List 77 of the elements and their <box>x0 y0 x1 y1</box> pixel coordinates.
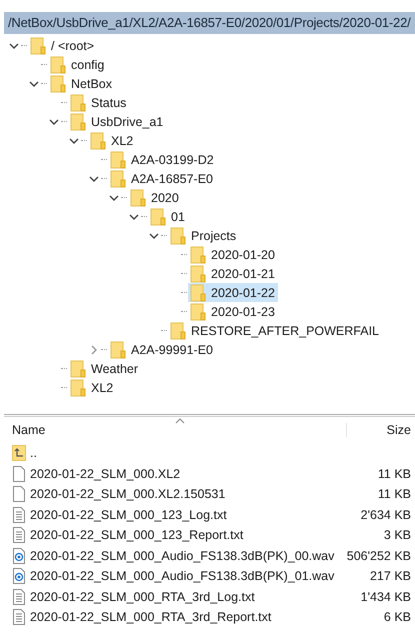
folder-tree-item[interactable]: 2020 <box>128 188 182 207</box>
folder-tree-item[interactable]: Status <box>68 93 130 112</box>
folder-tree-item[interactable]: 2020-01-20 <box>188 245 278 264</box>
folder-icon <box>110 170 126 188</box>
text-file-icon <box>12 588 26 605</box>
folder-tree-item[interactable]: A2A-99991-E0 <box>108 340 216 359</box>
file-size: 2'634 KB <box>360 508 412 522</box>
folder-tree-item[interactable]: RESTORE_AFTER_POWERFAIL <box>168 321 382 340</box>
folder-tree-item[interactable]: Projects <box>168 226 240 245</box>
file-size: 11 KB <box>378 466 412 481</box>
folder-icon <box>130 188 146 206</box>
folder-icon <box>70 94 86 112</box>
name-column-header[interactable]: Name <box>4 423 342 437</box>
folder-icon <box>70 360 86 378</box>
folder-tree-item[interactable]: config <box>48 55 108 74</box>
text-file-icon <box>12 527 26 544</box>
chevron-down-icon[interactable] <box>89 174 99 184</box>
chevron-down-icon[interactable] <box>29 78 39 88</box>
file-size: 506'252 KB <box>346 548 412 563</box>
chevron-down-icon[interactable] <box>69 136 79 146</box>
blank-file-icon <box>12 466 26 482</box>
file-item[interactable]: 2020-01-22_SLM_000_RTA_3rd_Report.txt <box>4 609 337 626</box>
folder-icon <box>70 112 86 130</box>
path-bar: /NetBox/UsbDrive_a1/XL2/A2A-16857-E0/2020/01/Projects/2020-01-22/ <box>4 12 415 34</box>
folder-tree-item[interactable]: / <root> <box>28 36 98 55</box>
folder-icon <box>50 74 66 92</box>
folder-icon <box>150 208 166 226</box>
folder-tree-item[interactable]: A2A-03199-D2 <box>108 150 217 169</box>
file-size: 217 KB <box>370 569 412 584</box>
folder-icon <box>110 150 126 168</box>
folder-tree-item[interactable]: NetBox <box>48 74 115 93</box>
file-item[interactable]: 2020-01-22_SLM_000_123_Report.txt <box>4 527 337 544</box>
audio-file-icon <box>12 568 26 584</box>
file-size: 3 KB <box>384 528 412 542</box>
file-item[interactable]: 2020-01-22_SLM_000_Audio_FS138.3dB(PK)_01.wav <box>4 568 337 584</box>
blank-file-icon <box>12 486 26 502</box>
chevron-down-icon[interactable] <box>149 230 159 240</box>
folder-tree-item[interactable]: UsbDrive_a1 <box>68 112 166 131</box>
folder-icon <box>190 246 206 264</box>
file-item[interactable]: 2020-01-22_SLM_000.XL2.150531 <box>4 486 337 502</box>
audio-file-icon <box>12 548 26 564</box>
parent-folder-icon <box>12 445 26 462</box>
folder-icon <box>30 36 46 54</box>
folder-tree-item[interactable]: 01 <box>148 207 188 226</box>
folder-icon <box>50 56 66 74</box>
folder-icon <box>190 264 206 282</box>
file-item[interactable]: 2020-01-22_SLM_000_Audio_FS138.3dB(PK)_00.wav <box>4 548 337 564</box>
folder-icon <box>190 284 206 302</box>
file-size: 11 KB <box>378 487 412 502</box>
text-file-icon <box>12 609 26 626</box>
folder-tree-item[interactable]: Weather <box>68 359 142 378</box>
folder-icon <box>70 378 86 396</box>
folder-icon <box>110 340 126 358</box>
folder-tree-item[interactable]: 2020-01-22 <box>188 283 278 302</box>
chevron-down-icon[interactable] <box>49 116 59 126</box>
text-file-icon <box>12 506 26 523</box>
file-item[interactable]: 2020-01-22_SLM_000_123_Log.txt <box>4 506 337 523</box>
chevron-down-icon[interactable] <box>129 212 139 222</box>
folder-icon <box>170 322 186 340</box>
file-size: 6 KB <box>384 610 412 624</box>
folder-icon <box>170 226 186 244</box>
chevron-down-icon[interactable] <box>9 40 19 50</box>
folder-tree-item[interactable]: A2A-16857-E0 <box>108 169 216 188</box>
file-item[interactable]: 2020-01-22_SLM_000_RTA_3rd_Log.txt <box>4 588 337 605</box>
chevron-down-icon[interactable] <box>109 192 119 202</box>
chevron-right-icon[interactable] <box>89 344 99 354</box>
size-column-header[interactable]: Size <box>346 423 415 437</box>
folder-icon <box>190 302 206 320</box>
file-item[interactable]: 2020-01-22_SLM_000.XL2 <box>4 466 337 482</box>
file-item[interactable]: .. <box>4 445 337 462</box>
folder-tree-item[interactable]: 2020-01-23 <box>188 302 278 321</box>
file-size: 1'434 KB <box>360 590 412 604</box>
folder-tree-item[interactable]: XL2 <box>88 131 136 150</box>
folder-icon <box>90 132 106 150</box>
sort-caret-icon <box>175 418 185 424</box>
folder-tree-item[interactable]: 2020-01-21 <box>188 264 278 283</box>
folder-tree-item[interactable]: XL2 <box>68 378 116 397</box>
